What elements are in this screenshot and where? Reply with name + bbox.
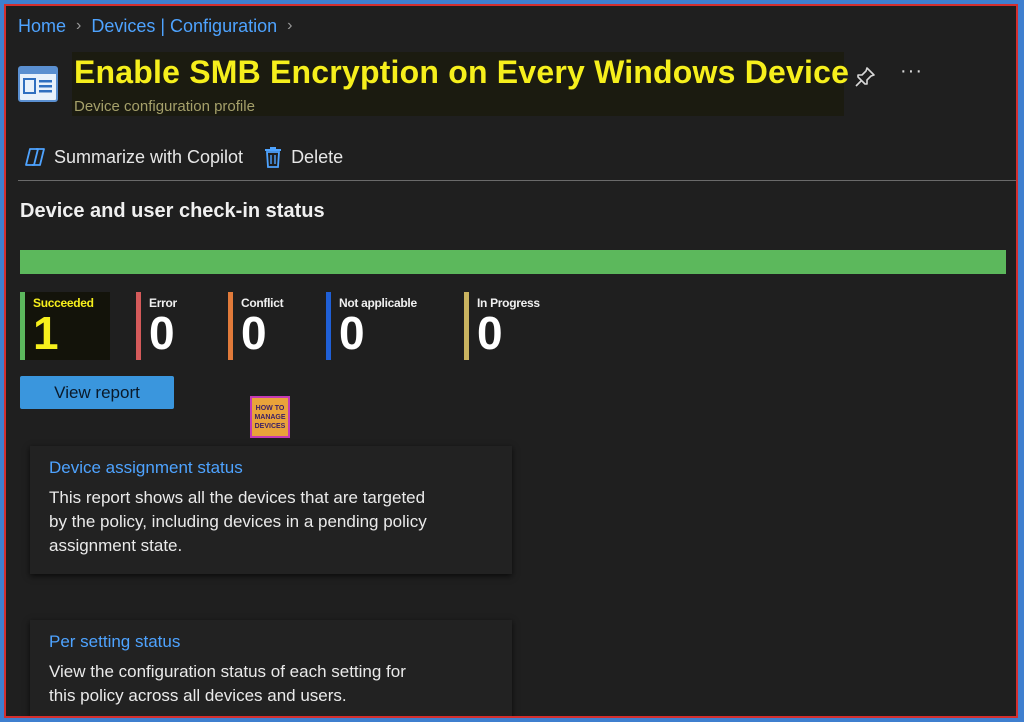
per-setting-status-description: View the configuration status of each se… — [49, 662, 406, 705]
device-assignment-status-card[interactable]: Device assignment status This report sho… — [30, 446, 512, 574]
divider — [18, 180, 1016, 181]
status-conflict-count: 0 — [241, 307, 267, 359]
summarize-with-copilot-label: Summarize with Copilot — [54, 146, 244, 167]
status-in-progress-count: 0 — [477, 307, 503, 359]
command-bar: Summarize with Copilot Delete — [24, 142, 343, 172]
app-frame: Home › Devices | Configuration › Enable … — [4, 4, 1018, 718]
configuration-profile-icon — [18, 66, 58, 102]
status-in-progress[interactable]: In Progress 0 — [464, 292, 574, 360]
status-error-count: 0 — [149, 307, 175, 359]
page-header: Enable SMB Encryption on Every Windows D… — [18, 52, 850, 116]
status-succeeded-count: 1 — [33, 307, 59, 359]
checkin-progress-bar — [20, 250, 1006, 274]
device-assignment-status-link[interactable]: Device assignment status — [49, 458, 243, 478]
status-not-applicable-count: 0 — [339, 307, 365, 359]
status-conflict[interactable]: Conflict 0 — [228, 292, 308, 360]
delete-label: Delete — [291, 146, 344, 167]
view-report-button[interactable]: View report — [20, 376, 174, 409]
summarize-with-copilot-button[interactable]: Summarize with Copilot — [24, 146, 243, 168]
chevron-right-icon: › — [287, 17, 293, 34]
pin-icon[interactable] — [854, 66, 876, 88]
per-setting-status-card[interactable]: Per setting status View the configuratio… — [30, 620, 512, 716]
device-assignment-status-description: This report shows all the devices that a… — [49, 488, 427, 555]
checkin-status-heading: Device and user check-in status — [20, 200, 325, 222]
per-setting-status-link[interactable]: Per setting status — [49, 632, 180, 652]
copilot-icon — [25, 148, 45, 166]
how-to-manage-devices-logo: HOW TO MANAGE DEVICES — [250, 396, 290, 438]
status-not-applicable[interactable]: Not applicable 0 — [326, 292, 446, 360]
delete-button[interactable]: Delete — [263, 146, 343, 168]
page-title: Enable SMB Encryption on Every Windows D… — [74, 54, 850, 90]
trash-icon — [265, 147, 282, 168]
page-subtitle: Device configuration profile — [74, 98, 255, 115]
status-error[interactable]: Error 0 — [136, 292, 216, 360]
more-options-icon[interactable]: ··· — [900, 60, 923, 83]
chevron-right-icon: › — [76, 17, 82, 34]
breadcrumb-devices-configuration[interactable]: Devices | Configuration — [91, 16, 277, 37]
breadcrumb-home[interactable]: Home — [18, 16, 66, 37]
progress-succeeded-fill — [20, 250, 1006, 274]
breadcrumb: Home › Devices | Configuration › — [18, 14, 292, 38]
status-succeeded[interactable]: Succeeded 1 — [20, 292, 110, 360]
